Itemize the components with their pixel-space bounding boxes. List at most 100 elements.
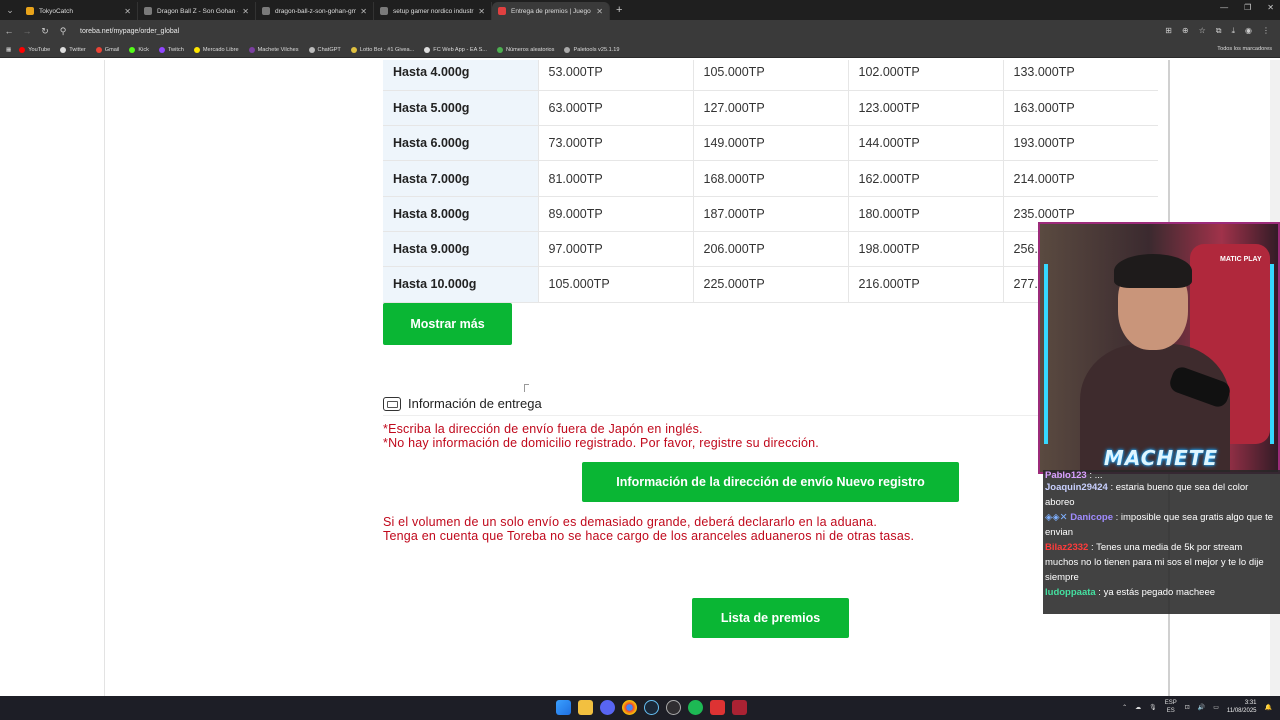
volume-icon[interactable]: 🔊 [1198, 704, 1205, 711]
prize-list-button[interactable]: Lista de premios [692, 598, 849, 638]
chat-text: ... [1094, 470, 1103, 480]
mercado-libre-icon [193, 46, 200, 53]
back-icon[interactable]: ← [0, 26, 18, 36]
delivery-box-icon [383, 396, 401, 411]
menu-icon[interactable]: ⋮ [1262, 26, 1270, 36]
bookmark-twitter[interactable]: Twitter [60, 46, 86, 53]
tray-chevron-icon[interactable]: ⌃ [1122, 704, 1127, 711]
chat-separator: : [1086, 470, 1095, 480]
close-tab-icon[interactable]: ✕ [478, 7, 485, 16]
profile-icon[interactable]: ◉ [1245, 26, 1252, 36]
browser-tab-bar: ⌄ TokyoCatch ✕ Dragon Ball Z - Son Gohan… [0, 0, 1280, 20]
close-tab-icon[interactable]: ✕ [360, 7, 367, 16]
bookmark-star-icon[interactable]: ☆ [1199, 26, 1206, 36]
ea-icon [424, 46, 431, 53]
maximize-icon[interactable]: ❐ [1244, 3, 1251, 12]
tab-favicon-icon [144, 7, 152, 15]
bookmark-label: FC Web App - EA S... [433, 46, 487, 53]
bookmark-twitch[interactable]: Twitch [158, 46, 184, 53]
close-tab-icon[interactable]: ✕ [596, 7, 603, 16]
app-icon[interactable] [732, 700, 747, 715]
url-field[interactable]: toreba.net/mypage/order_global [80, 28, 1165, 35]
taskbar-apps [556, 700, 747, 715]
rate-cell: 187.000TP [692, 196, 848, 232]
rate-cell: 123.000TP [847, 90, 1003, 127]
new-address-button[interactable]: Información de la dirección de envío Nue… [582, 462, 959, 502]
clock[interactable]: 3:31 11/08/2025 [1227, 699, 1257, 715]
chat-message: Bilaz2332 : Tenes una media de 5k por st… [1043, 540, 1280, 585]
show-more-button[interactable]: Mostrar más [383, 303, 512, 345]
onedrive-icon[interactable]: ☁ [1135, 704, 1141, 711]
chat-username: Pablo123 [1045, 470, 1087, 480]
bookmark-numeros-aleatorios[interactable]: Números aleatorios [496, 46, 555, 53]
weight-label: Hasta 4.000g [383, 60, 538, 91]
bookmark-label: Paletools v25.1.19 [573, 46, 620, 53]
bookmark-paletools[interactable]: Paletools v25.1.19 [564, 46, 620, 53]
browser-tab-dragon-ball-gm[interactable]: dragon-ball-z-son-gohan-gm ✕ [256, 2, 374, 20]
delivery-info-heading: Información de entrega [383, 396, 542, 411]
rate-cell: 144.000TP [847, 125, 1003, 162]
chat-separator: : [1112, 512, 1121, 523]
bookmark-mercado-libre[interactable]: Mercado Libre [193, 46, 239, 53]
bookmark-machete-vilches[interactable]: Machete Vilches [248, 46, 299, 53]
tab-label: Dragon Ball Z - Son Gohan - G [157, 7, 239, 15]
content-border [104, 60, 105, 696]
close-tab-icon[interactable]: ✕ [242, 7, 249, 16]
chrome-icon[interactable] [622, 700, 637, 715]
battery-icon[interactable]: ▭ [1213, 704, 1219, 711]
close-tab-icon[interactable]: ✕ [124, 7, 131, 16]
extensions-icon[interactable]: ⧉ [1216, 26, 1222, 36]
translate-icon[interactable]: ⊞ [1165, 26, 1172, 36]
apps-icon[interactable]: ▦ [6, 47, 11, 53]
bookmark-lotto-bot[interactable]: Lotto Bot - #1 Givea... [350, 46, 414, 53]
rate-cell: 73.000TP [537, 125, 693, 162]
notifications-icon[interactable]: 🔔 [1265, 704, 1272, 711]
bookmark-gmail[interactable]: Gmail [95, 46, 119, 53]
bookmark-youtube[interactable]: YouTube [19, 46, 50, 53]
app-icon[interactable] [710, 700, 725, 715]
minimize-icon[interactable]: — [1220, 3, 1228, 12]
new-tab-icon[interactable]: + [616, 4, 622, 16]
close-window-icon[interactable]: ✕ [1267, 3, 1274, 12]
bookmark-kick[interactable]: Kick [129, 46, 149, 53]
discord-icon[interactable] [600, 700, 615, 715]
tab-search-icon[interactable]: ⌄ [0, 0, 20, 20]
spotify-icon[interactable] [688, 700, 703, 715]
table-row: Hasta 6.000g 73.000TP 149.000TP 144.000T… [383, 125, 1158, 162]
windows-start-icon[interactable] [556, 700, 571, 715]
rate-cell: 162.000TP [847, 160, 1003, 197]
browser-tab-setup-gamer[interactable]: setup gamer nordico industri ✕ [374, 2, 492, 20]
steam-icon[interactable] [644, 700, 659, 715]
downloads-icon[interactable]: ⤓ [1231, 26, 1235, 36]
chat-username: Joaquin29424 [1045, 482, 1108, 493]
badge-icons: ◈◈✕ [1045, 512, 1071, 523]
file-explorer-icon[interactable] [578, 700, 593, 715]
clock-date: 11/08/2025 [1226, 708, 1257, 714]
bookmark-fc-web-app[interactable]: FC Web App - EA S... [424, 46, 487, 53]
reload-icon[interactable]: ↻ [36, 26, 54, 37]
twitter-icon [60, 46, 67, 53]
browser-tab-dragon-ball[interactable]: Dragon Ball Z - Son Gohan - G ✕ [138, 2, 256, 20]
browser-tab-entrega-premios[interactable]: Entrega de premios | Juego de ✕ [492, 2, 610, 20]
stream-chat: Pablo123 : ... Joaquin29424 : estaria bu… [1043, 470, 1280, 614]
tab-favicon-icon [262, 7, 270, 15]
gmail-icon [95, 46, 102, 53]
rate-cell: 168.000TP [692, 160, 848, 197]
customs-fees-note: Tenga en cuenta que Toreba no se hace ca… [383, 529, 915, 543]
site-info-icon[interactable]: ⚲ [54, 26, 72, 37]
network-icon[interactable]: ⊡ [1185, 704, 1190, 711]
language-indicator[interactable]: ESP ES [1165, 699, 1177, 715]
all-bookmarks-folder[interactable]: Todos los marcadores [1217, 46, 1272, 52]
bookmark-chatgpt[interactable]: ChatGPT [308, 46, 341, 53]
forward-icon[interactable]: → [18, 26, 36, 36]
rate-cell: 97.000TP [537, 231, 693, 268]
mic-icon[interactable]: 🎙 [1149, 704, 1157, 711]
chat-username: Danicope [1070, 512, 1113, 523]
weight-label: Hasta 9.000g [383, 231, 538, 268]
browser-tab-tokyocatch[interactable]: TokyoCatch ✕ [20, 2, 138, 20]
bookmark-label: Números aleatorios [505, 46, 555, 53]
obs-icon[interactable] [666, 700, 681, 715]
chat-separator: : [1095, 587, 1104, 598]
chat-text: ya estás pegado macheee [1103, 587, 1216, 598]
zoom-icon[interactable]: ⊕ [1182, 26, 1189, 36]
